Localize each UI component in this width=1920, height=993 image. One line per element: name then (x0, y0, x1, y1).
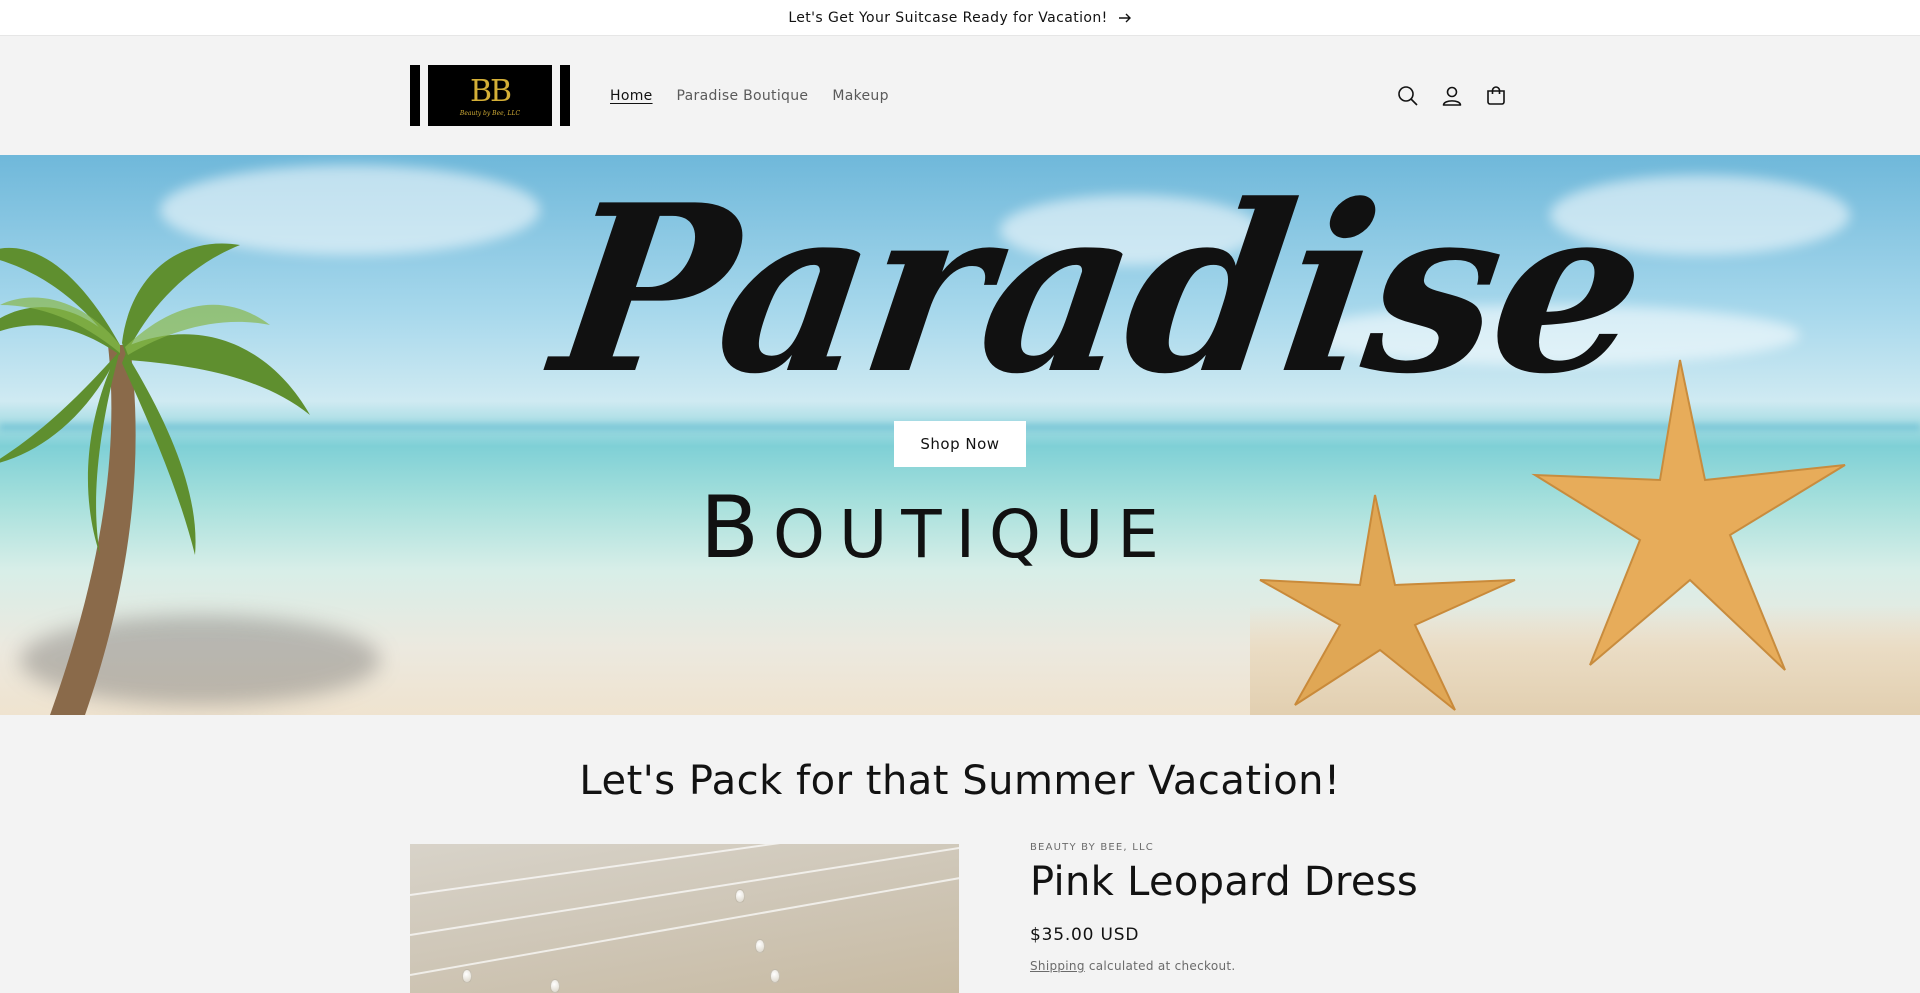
section-title: Let's Pack for that Summer Vacation! (579, 758, 1341, 804)
product-vendor: BEAUTY BY BEE, LLC (1030, 842, 1154, 853)
string-light-bulb (462, 969, 472, 983)
logo-monogram: BB (469, 73, 512, 109)
string-light-bulb (770, 969, 780, 983)
nav-item-makeup[interactable]: Makeup (832, 88, 888, 104)
hero-banner: Paradise BOUTIQUE Shop Now (0, 155, 1920, 715)
hero-subtitle-initial: B (700, 478, 773, 578)
product-info: BEAUTY BY BEE, LLC Pink Leopard Dress $3… (1030, 842, 1510, 973)
product-name: Pink Leopard Dress (1030, 859, 1419, 905)
hero-subtitle-rest: OUTIQUE (773, 496, 1173, 573)
palm-tree-image (0, 243, 310, 715)
header-icons (1396, 36, 1508, 155)
logo-tagline: Beauty by Bee, LLC (459, 110, 521, 117)
account-icon (1442, 86, 1462, 106)
shipping-note: Shipping calculated at checkout. (1030, 959, 1510, 973)
account-button[interactable] (1440, 84, 1464, 108)
hero-title-script: Paradise (541, 155, 1658, 425)
cart-icon (1487, 85, 1505, 105)
site-header: BB Beauty by Bee, LLC Home Paradise Bout… (0, 36, 1920, 155)
string-light-bulb (735, 889, 745, 903)
announcement-bar[interactable]: Let's Get Your Suitcase Ready for Vacati… (0, 0, 1920, 36)
arrow-right-icon (1118, 13, 1131, 22)
main-nav: Home Paradise Boutique Makeup (610, 36, 889, 155)
search-icon (1398, 85, 1418, 106)
string-light-bulb (755, 939, 765, 953)
hero-title-sub: BOUTIQUE (700, 485, 1173, 571)
shipping-link[interactable]: Shipping (1030, 959, 1085, 973)
store-logo[interactable]: BB Beauty by Bee, LLC (410, 65, 570, 126)
nav-item-home[interactable]: Home (610, 88, 653, 104)
product-image[interactable] (410, 844, 959, 993)
ceiling-beam (410, 844, 959, 896)
string-light-bulb (550, 979, 560, 993)
shop-now-button[interactable]: Shop Now (894, 421, 1026, 467)
announcement-text[interactable]: Let's Get Your Suitcase Ready for Vacati… (788, 10, 1107, 26)
starfish-image (1259, 494, 1516, 711)
cart-button[interactable] (1484, 84, 1508, 108)
shipping-text: calculated at checkout. (1084, 959, 1236, 973)
search-button[interactable] (1396, 84, 1420, 108)
nav-item-paradise-boutique[interactable]: Paradise Boutique (677, 88, 809, 104)
product-price: $35.00 USD (1030, 925, 1140, 945)
